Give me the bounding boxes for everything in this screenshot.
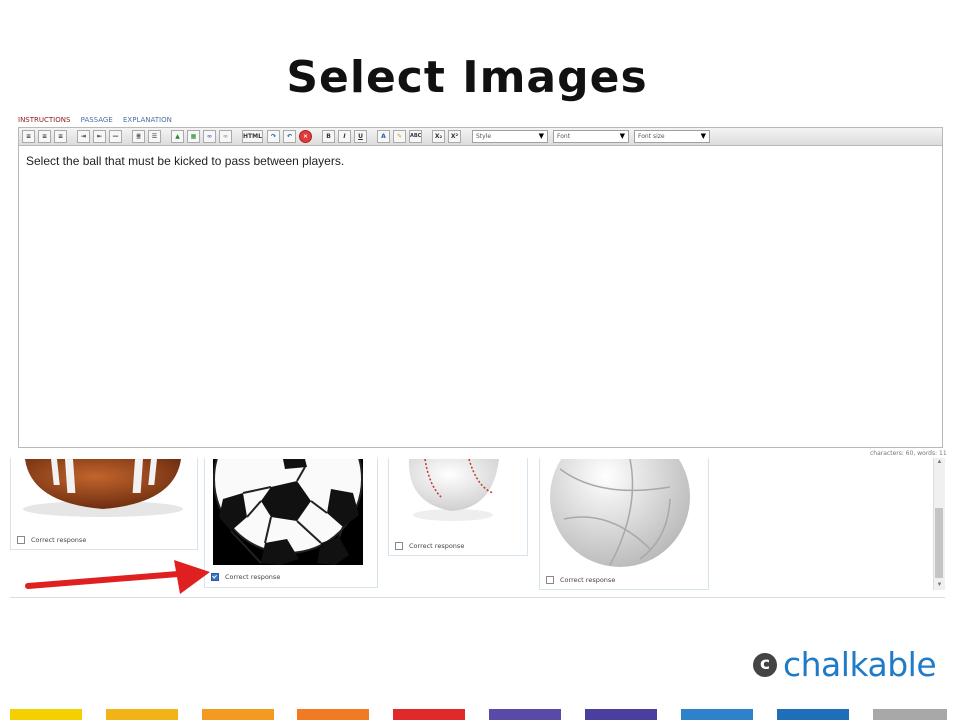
color-strip-segment bbox=[681, 709, 753, 720]
font-size-select[interactable]: Font size ▼ bbox=[634, 130, 710, 143]
indent-icon[interactable]: ⇥ bbox=[77, 130, 90, 143]
chalkable-logo-text: chalkable bbox=[783, 645, 937, 684]
scroll-down-icon[interactable]: ▼ bbox=[934, 581, 945, 590]
editor-tabs: INSTRUCTIONS PASSAGE EXPLANATION bbox=[18, 116, 180, 124]
red-arrow-icon bbox=[25, 560, 210, 594]
html-source-button[interactable]: HTML bbox=[242, 130, 263, 143]
instructions-text: Select the ball that must be kicked to p… bbox=[26, 154, 345, 168]
editor-toolbar: ≡ ≡ ≡ ⇥ ⇤ — ≣ ☰ ▲ ▦ ∞ ∞ HTML ↷ ↶ × B I U… bbox=[18, 127, 943, 146]
underline-button[interactable]: U bbox=[354, 130, 367, 143]
color-strip-segment bbox=[585, 709, 657, 720]
volleyball-image bbox=[550, 459, 690, 567]
color-strip-segment bbox=[777, 709, 849, 720]
outdent-icon[interactable]: ⇤ bbox=[93, 130, 106, 143]
insert-table-icon[interactable]: ▦ bbox=[187, 130, 200, 143]
link-icon[interactable]: ∞ bbox=[203, 130, 216, 143]
subscript-button[interactable]: X₂ bbox=[432, 130, 445, 143]
checkbox[interactable] bbox=[546, 576, 554, 584]
tab-instructions[interactable]: INSTRUCTIONS bbox=[18, 116, 70, 124]
unordered-list-icon[interactable]: ☰ bbox=[148, 130, 161, 143]
correct-response-checkbox[interactable]: Correct response bbox=[211, 573, 280, 581]
chalkable-logo: c chalkable bbox=[753, 645, 937, 684]
character-count: characters: 60, words: 11 bbox=[870, 450, 947, 457]
correct-response-checkbox[interactable]: Correct response bbox=[546, 576, 615, 584]
images-scrollbar[interactable]: ▲ ▼ bbox=[933, 458, 945, 590]
highlight-icon[interactable]: ✎ bbox=[393, 130, 406, 143]
italic-button[interactable]: I bbox=[338, 130, 351, 143]
font-select[interactable]: Font ▼ bbox=[553, 130, 629, 143]
unlink-icon[interactable]: ∞ bbox=[219, 130, 232, 143]
scrollbar-thumb[interactable] bbox=[935, 508, 943, 578]
insert-image-icon[interactable]: ▲ bbox=[171, 130, 184, 143]
undo-icon[interactable]: ↶ bbox=[283, 130, 296, 143]
checkbox[interactable] bbox=[17, 536, 25, 544]
redo-icon[interactable]: ↷ bbox=[267, 130, 280, 143]
checkbox[interactable] bbox=[395, 542, 403, 550]
editor-content-area[interactable]: Select the ball that must be kicked to p… bbox=[18, 146, 943, 448]
bold-button[interactable]: B bbox=[322, 130, 335, 143]
color-strip-segment bbox=[10, 709, 82, 720]
ordered-list-icon[interactable]: ≣ bbox=[132, 130, 145, 143]
color-strip-segment bbox=[489, 709, 561, 720]
color-strip-segment bbox=[873, 709, 947, 720]
color-strip-segment bbox=[202, 709, 274, 720]
soccer-ball-image bbox=[213, 459, 363, 565]
choice-card-volleyball[interactable]: Correct response bbox=[539, 458, 709, 590]
tab-passage[interactable]: PASSAGE bbox=[81, 116, 113, 124]
chevron-down-icon: ▼ bbox=[619, 132, 625, 140]
choice-card-baseball[interactable]: Correct response bbox=[388, 458, 528, 556]
clear-format-icon[interactable]: × bbox=[299, 130, 312, 143]
chevron-down-icon: ▼ bbox=[700, 132, 706, 140]
color-strip-segment bbox=[106, 709, 178, 720]
american-football-image bbox=[23, 459, 183, 517]
correct-response-checkbox[interactable]: Correct response bbox=[395, 542, 464, 550]
choice-card-soccer[interactable]: Correct response bbox=[204, 458, 378, 588]
horizontal-rule-icon[interactable]: — bbox=[109, 130, 122, 143]
tab-explanation[interactable]: EXPLANATION bbox=[123, 116, 172, 124]
checkbox-checked[interactable] bbox=[211, 573, 219, 581]
scroll-up-icon[interactable]: ▲ bbox=[934, 458, 945, 467]
align-right-icon[interactable]: ≡ bbox=[54, 130, 67, 143]
color-strip-segment bbox=[297, 709, 369, 720]
align-center-icon[interactable]: ≡ bbox=[38, 130, 51, 143]
correct-response-checkbox[interactable]: Correct response bbox=[17, 536, 86, 544]
superscript-button[interactable]: X² bbox=[448, 130, 461, 143]
chalkable-logo-mark: c bbox=[753, 652, 777, 677]
choice-card-football[interactable]: Correct response bbox=[10, 458, 198, 550]
font-color-button[interactable]: A bbox=[377, 130, 390, 143]
slide-title: Select Images bbox=[286, 52, 648, 103]
baseball-image bbox=[408, 459, 499, 521]
align-left-icon[interactable]: ≡ bbox=[22, 130, 35, 143]
spellcheck-button[interactable]: ABC bbox=[409, 130, 422, 143]
style-select[interactable]: Style ▼ bbox=[472, 130, 548, 143]
color-strip-segment bbox=[393, 709, 465, 720]
chevron-down-icon: ▼ bbox=[538, 132, 544, 140]
